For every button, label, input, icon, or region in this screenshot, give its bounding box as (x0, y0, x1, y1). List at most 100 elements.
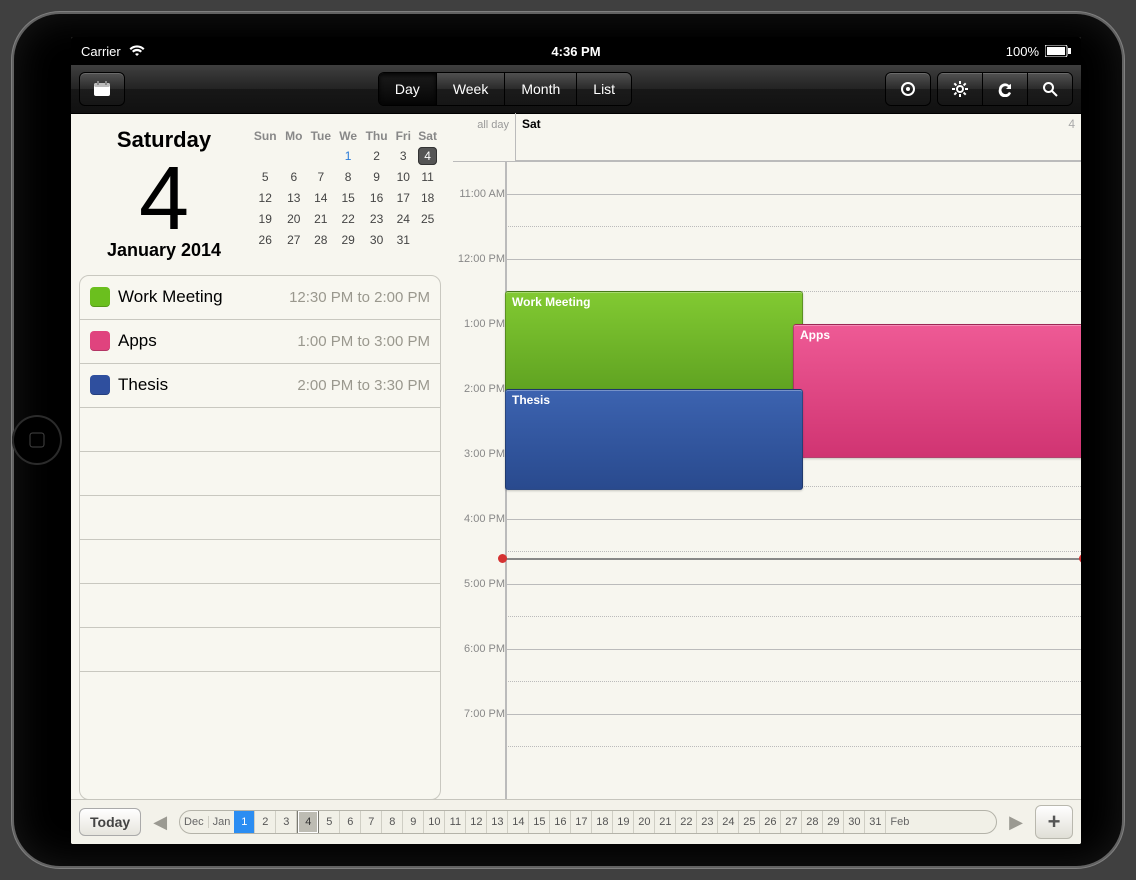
filter-button[interactable] (885, 72, 931, 106)
mini-day-15[interactable]: 15 (335, 187, 360, 208)
mini-day-12[interactable]: 12 (249, 187, 281, 208)
mini-day-10[interactable]: 10 (392, 166, 414, 187)
mini-day-19[interactable]: 19 (249, 208, 281, 229)
today-button[interactable]: Today (79, 808, 141, 836)
view-week[interactable]: Week (437, 73, 506, 105)
strip-day-31[interactable]: 31 (865, 811, 886, 833)
strip-day-12[interactable]: 12 (466, 811, 487, 833)
mini-day-5[interactable]: 5 (249, 166, 281, 187)
event-row[interactable]: Thesis2:00 PM to 3:30 PM (80, 364, 440, 408)
strip-day-14[interactable]: 14 (508, 811, 529, 833)
event-row[interactable]: Apps1:00 PM to 3:00 PM (80, 320, 440, 364)
mini-day-18[interactable]: 18 (414, 187, 441, 208)
strip-day-21[interactable]: 21 (655, 811, 676, 833)
mini-day-1[interactable]: 1 (335, 145, 360, 166)
view-month[interactable]: Month (505, 73, 577, 105)
strip-day-27[interactable]: 27 (781, 811, 802, 833)
mini-day-22[interactable]: 22 (335, 208, 360, 229)
mini-day-6[interactable]: 6 (281, 166, 306, 187)
refresh-button[interactable] (983, 73, 1028, 105)
home-button[interactable] (12, 415, 62, 465)
strip-day-22[interactable]: 22 (676, 811, 697, 833)
strip-day-10[interactable]: 10 (424, 811, 445, 833)
strip-day-11[interactable]: 11 (445, 811, 466, 833)
hour-label: 7:00 PM (449, 708, 511, 720)
strip-day-25[interactable]: 25 (739, 811, 760, 833)
view-list[interactable]: List (577, 73, 631, 105)
calendars-button[interactable] (79, 72, 125, 106)
allday-label: all day (453, 113, 515, 161)
mini-day-16[interactable]: 16 (361, 187, 392, 208)
bottom-bar: Today ◀ DecJan12345678910111213141516171… (71, 799, 1081, 844)
strip-day-24[interactable]: 24 (718, 811, 739, 833)
timeline-event[interactable]: Thesis (505, 389, 803, 491)
mini-day-4[interactable]: 4 (414, 145, 441, 166)
mini-day-11[interactable]: 11 (414, 166, 441, 187)
strip-day-1[interactable]: 1 (234, 811, 255, 833)
event-row[interactable]: Work Meeting12:30 PM to 2:00 PM (80, 276, 440, 320)
strip-day-7[interactable]: 7 (361, 811, 382, 833)
settings-button[interactable] (938, 73, 983, 105)
strip-day-30[interactable]: 30 (844, 811, 865, 833)
mini-calendar[interactable]: SunMoTueWeThuFriSat123456789101112131415… (249, 127, 441, 261)
strip-day-9[interactable]: 9 (403, 811, 424, 833)
event-title: Thesis (118, 375, 297, 395)
strip-day-28[interactable]: 28 (802, 811, 823, 833)
search-button[interactable] (1028, 73, 1072, 105)
mini-day-25[interactable]: 25 (414, 208, 441, 229)
mini-day-26[interactable]: 26 (249, 229, 281, 250)
strip-day-20[interactable]: 20 (634, 811, 655, 833)
battery-label: 100% (1006, 44, 1039, 59)
mini-day-14[interactable]: 14 (306, 187, 335, 208)
strip-month-next[interactable]: Feb (886, 816, 913, 828)
event-title: Work Meeting (118, 287, 289, 307)
strip-day-16[interactable]: 16 (550, 811, 571, 833)
allday-row[interactable]: Sat 4 (515, 113, 1081, 161)
strip-day-4[interactable]: 4 (297, 810, 319, 834)
hour-label: 6:00 PM (449, 643, 511, 655)
strip-month-prev[interactable]: Dec (180, 816, 208, 828)
strip-day-23[interactable]: 23 (697, 811, 718, 833)
strip-day-29[interactable]: 29 (823, 811, 844, 833)
mini-day-17[interactable]: 17 (392, 187, 414, 208)
mini-day-31[interactable]: 31 (392, 229, 414, 250)
mini-day-23[interactable]: 23 (361, 208, 392, 229)
mini-day-2[interactable]: 2 (361, 145, 392, 166)
strip-day-2[interactable]: 2 (255, 811, 276, 833)
strip-day-6[interactable]: 6 (340, 811, 361, 833)
strip-day-17[interactable]: 17 (571, 811, 592, 833)
mini-day-27[interactable]: 27 (281, 229, 306, 250)
mini-day-13[interactable]: 13 (281, 187, 306, 208)
strip-day-5[interactable]: 5 (319, 811, 340, 833)
mini-day-29[interactable]: 29 (335, 229, 360, 250)
mini-day-21[interactable]: 21 (306, 208, 335, 229)
mini-day-8[interactable]: 8 (335, 166, 360, 187)
view-day[interactable]: Day (379, 73, 437, 105)
day-view[interactable]: all day Sat 4 Work MeetingAppsThesis11:0… (449, 113, 1081, 800)
strip-day-13[interactable]: 13 (487, 811, 508, 833)
strip-day-26[interactable]: 26 (760, 811, 781, 833)
mini-day-24[interactable]: 24 (392, 208, 414, 229)
event-title: Apps (118, 331, 297, 351)
view-segmented-control[interactable]: DayWeekMonthList (378, 72, 632, 106)
strip-day-3[interactable]: 3 (276, 811, 297, 833)
timeline-event[interactable]: Work Meeting (505, 291, 803, 393)
timeline-event[interactable]: Apps (793, 324, 1081, 458)
mini-day-20[interactable]: 20 (281, 208, 306, 229)
next-arrow[interactable]: ▶ (1005, 812, 1027, 833)
mini-day-3[interactable]: 3 (392, 145, 414, 166)
strip-day-18[interactable]: 18 (592, 811, 613, 833)
status-time: 4:36 PM (381, 44, 771, 59)
strip-day-8[interactable]: 8 (382, 811, 403, 833)
day-number: 4 (79, 161, 249, 238)
strip-day-15[interactable]: 15 (529, 811, 550, 833)
mini-day-7[interactable]: 7 (306, 166, 335, 187)
mini-day-9[interactable]: 9 (361, 166, 392, 187)
date-strip[interactable]: DecJan1234567891011121314151617181920212… (179, 810, 997, 834)
strip-day-19[interactable]: 19 (613, 811, 634, 833)
add-event-button[interactable]: + (1035, 805, 1073, 839)
prev-arrow[interactable]: ◀ (149, 812, 171, 833)
mini-day-30[interactable]: 30 (361, 229, 392, 250)
mini-day-28[interactable]: 28 (306, 229, 335, 250)
strip-month[interactable]: Jan (208, 816, 235, 828)
